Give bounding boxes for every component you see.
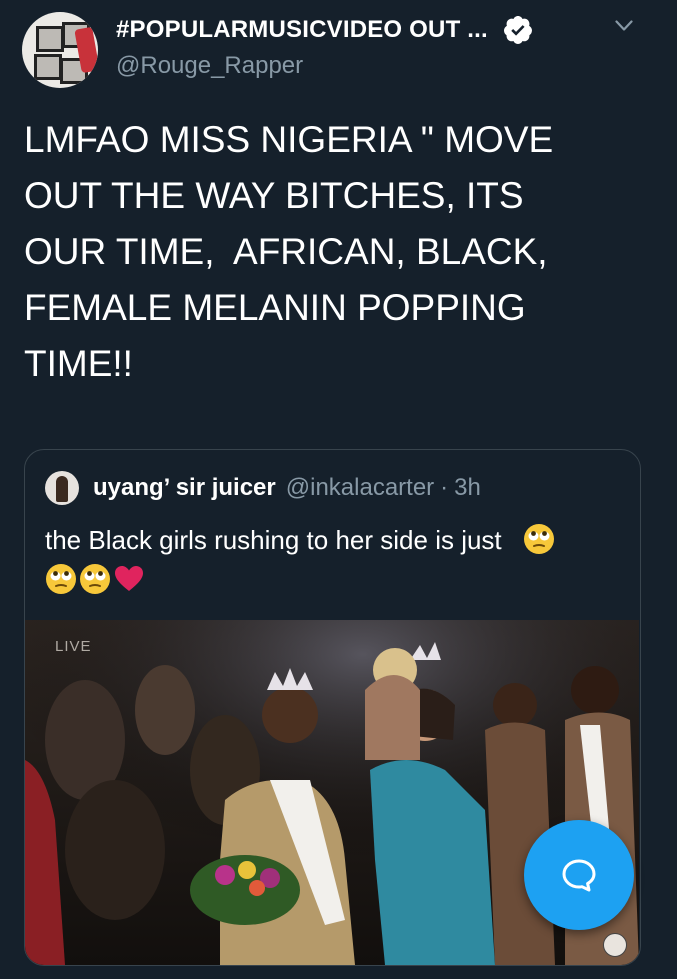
quoted-author-avatar [45,471,79,505]
author-handle[interactable]: @Rouge_Rapper [116,52,303,80]
author-display-name[interactable]: #POPULARMUSICVIDEO OUT ... [116,16,488,44]
live-label: LIVE [55,638,92,655]
compose-reply-icon [562,859,596,892]
dot-separator: · [440,474,449,501]
quoted-author-name: uyang’ sir juicer [93,474,276,501]
tweet-text: LMFAO MISS NIGERIA " MOVE OUT THE WAY BI… [24,119,554,384]
chevron-down-icon[interactable] [615,20,633,32]
face-with-rolling-eyes-emoji [80,564,110,594]
quoted-text-content: the Black girls rushing to her side is j… [45,525,502,555]
quoted-timestamp: 3h [454,474,481,501]
profile-avatar[interactable] [22,12,98,88]
quoted-tweet-text: the Black girls rushing to her side is j… [45,520,625,600]
compose-reply-button[interactable] [524,820,634,930]
tweet-detail-screen: #POPULARMUSICVIDEO OUT ... @Rouge_Rapper… [0,0,677,979]
avatar-photo-frame [36,26,64,52]
verified-badge-icon [503,16,532,44]
broadcaster-logo-icon [603,933,627,957]
red-heart-emoji [115,566,143,591]
quoted-author-handle: @inkalacarter [285,474,435,501]
quoted-tweet-header: uyang’ sir juicer @inkalacarter · 3h [45,470,481,506]
author-name-row[interactable]: #POPULARMUSICVIDEO OUT ... [116,13,534,47]
face-with-rolling-eyes-emoji [46,564,76,594]
avatar-photo-frame [34,54,62,80]
face-with-rolling-eyes-emoji [523,524,554,554]
